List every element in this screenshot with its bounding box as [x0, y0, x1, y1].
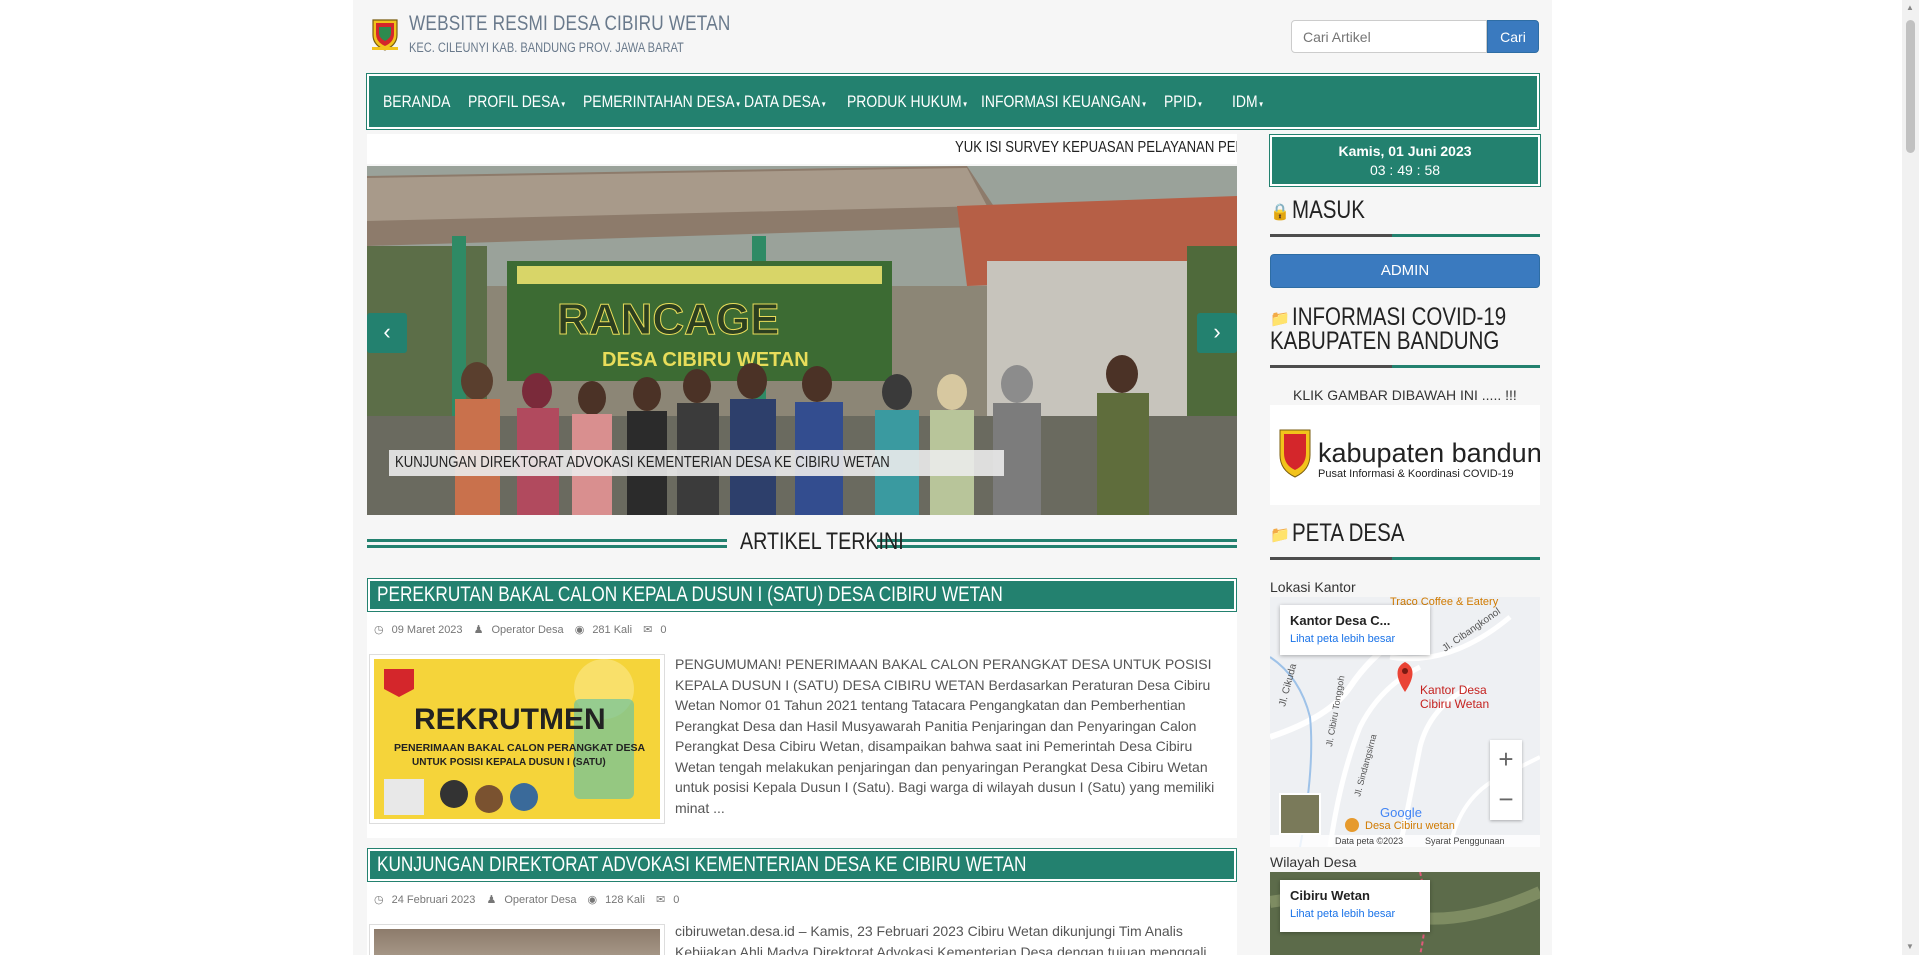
map-info-card: Cibiru Wetan Lihat peta lebih besar [1280, 880, 1430, 932]
page-container: WEBSITE RESMI DESA CIBIRU WETAN KEC. CIL… [353, 0, 1557, 955]
article-meta: ◷ 24 Februari 2023 ♟ Operator Desa ◉ 128 Ka… [374, 894, 680, 906]
clock-date: Kamis, 01 Juni 2023 [1338, 143, 1472, 159]
slide-caption[interactable]: KUNJUNGAN DIREKTORAT ADVOKASI KEMENTERIA… [389, 450, 1005, 476]
caret-down-icon: ▾ [963, 99, 967, 109]
article-title[interactable]: KUNJUNGAN DIREKTORAT ADVOKASI KEMENTERIA… [367, 848, 1237, 882]
view-larger-map-link[interactable]: Lihat peta lebih besar [1290, 633, 1430, 645]
clock-icon: ◷ [374, 624, 384, 636]
article-thumbnail[interactable]: REKRUTMEN PENERIMAAN BAKAL CALON PERANGK… [369, 654, 665, 824]
news-ticker[interactable]: YUK ISI SURVEY KEPUASAN PELAYANAN PEMERI… [367, 134, 1237, 164]
svg-text:Desa Cibiru wetan: Desa Cibiru wetan [1365, 820, 1455, 832]
google-logo: Google [1380, 805, 1422, 820]
pin-label: Kantor Desa [1420, 683, 1487, 697]
article-card: KUNJUNGAN DIREKTORAT ADVOKASI KEMENTERIA… [367, 848, 1237, 955]
comment-icon: ✉ [655, 894, 666, 906]
covid-widget-header: 📁 INFORMASI COVID-19 KABUPATEN BANDUNG [1270, 305, 1540, 371]
covid-banner-title: kabupaten bandung [1318, 438, 1540, 468]
nav-beranda[interactable]: BERANDA [383, 76, 465, 127]
slider-prev-button[interactable]: ‹ [367, 313, 407, 353]
map-info-card: Kantor Desa C... Lihat peta lebih besar [1280, 605, 1430, 655]
folder-icon: 📁 [1270, 527, 1290, 544]
area-label: Wilayah Desa [1270, 854, 1357, 870]
article-excerpt: PENGUMUMAN! PENERIMAAN BAKAL CALON PERAN… [675, 656, 1215, 816]
scroll-up-icon[interactable]: ▲ [1906, 3, 1914, 12]
search-input[interactable] [1291, 20, 1487, 53]
section-heading: ARTIKEL TERKINI [367, 527, 1237, 557]
svg-text:Cibiru Wetan: Cibiru Wetan [1420, 697, 1489, 711]
zoom-in-button[interactable]: + [1490, 740, 1522, 780]
covid-banner-subtitle: Pusat Informasi & Koordinasi COVID-19 [1318, 468, 1514, 480]
site-subtitle: KEC. CILEUNYI KAB. BANDUNG PROV. JAWA BA… [409, 40, 684, 55]
satellite-toggle [1279, 793, 1321, 835]
user-icon: ♟ [473, 624, 484, 636]
site-title[interactable]: WEBSITE RESMI DESA CIBIRU WETAN [409, 12, 801, 36]
admin-login-button[interactable]: ADMIN [1270, 254, 1540, 288]
page-scrollbar[interactable]: ▲ ▼ [1902, 0, 1919, 955]
lock-icon: 🔒 [1270, 204, 1290, 221]
nav-produk-hukum[interactable]: PRODUK HUKUM ▾ [847, 76, 993, 127]
scroll-down-icon[interactable]: ▼ [1906, 942, 1914, 951]
view-larger-map-link[interactable]: Lihat peta lebih besar [1290, 908, 1430, 920]
article-thumbnail[interactable] [369, 924, 665, 955]
article-meta: ◷ 09 Maret 2023 ♟ Operator Desa ◉ 281 Kali … [374, 624, 667, 636]
map-place-name: Cibiru Wetan [1290, 888, 1370, 903]
map-place-name: Kantor Desa C... [1290, 613, 1391, 628]
nav-idm[interactable]: IDM ▾ [1232, 76, 1270, 127]
article-card: PEREKRUTAN BAKAL CALON KEPALA DUSUN I (S… [367, 578, 1237, 838]
main-navbar: BERANDA PROFIL DESA ▾ PEMERINTAHAN DESA ▾ … [366, 73, 1540, 130]
office-map[interactable]: Traco Coffee & Eatery Jl. Cibangkonol Jl… [1270, 597, 1540, 847]
user-icon: ♟ [486, 894, 497, 906]
zoom-out-button[interactable]: − [1490, 780, 1522, 820]
caret-down-icon: ▾ [561, 99, 566, 109]
nav-data-desa[interactable]: DATA DESA ▾ [744, 76, 843, 127]
office-location-label: Lokasi Kantor [1270, 579, 1356, 595]
slide-sign-subtext: DESA CIBIRU WETAN [602, 349, 809, 371]
search-button[interactable]: Cari [1487, 20, 1539, 53]
svg-text:Syarat Penggunaan: Syarat Penggunaan [1425, 836, 1505, 846]
thumb-heading: REKRUTMEN [414, 703, 606, 736]
regency-logo[interactable] [370, 17, 400, 51]
thumb-line2: UNTUK POSISI KEPALA DUSUN I (SATU) [412, 757, 606, 768]
clock-icon: ◷ [374, 894, 384, 906]
clock-time: 03 : 49 : 58 [1369, 162, 1441, 178]
covid-instruction: KLIK GAMBAR DIBAWAH INI ..... !!! [1293, 387, 1517, 403]
comment-icon: ✉ [643, 624, 653, 636]
caret-down-icon: ▾ [736, 99, 740, 109]
chevron-right-icon: › [1213, 319, 1221, 344]
chevron-left-icon: ‹ [383, 319, 391, 344]
svg-text:Data peta ©2023: Data peta ©2023 [1335, 836, 1403, 846]
date-clock: Kamis, 01 Juni 2023 03 : 49 : 58 [1270, 135, 1540, 186]
covid-info-banner[interactable]: kabupaten bandung Pusat Informasi & Koor… [1270, 405, 1557, 505]
slider-next-button[interactable]: › [1197, 313, 1237, 353]
article-excerpt: cibiruwetan.desa.id – Kamis, 23 Februari… [675, 923, 1207, 955]
nav-informasi-keuangan[interactable]: INFORMASI KEUANGAN ▾ [981, 76, 1182, 127]
article-title[interactable]: PEREKRUTAN BAKAL CALON KEPALA DUSUN I (S… [367, 578, 1237, 612]
nav-ppid[interactable]: PPID ▾ [1164, 76, 1210, 127]
caret-down-icon: ▾ [1259, 99, 1263, 109]
caret-down-icon: ▾ [821, 99, 826, 109]
image-slider[interactable]: RANCAGE DESA CIBIRU WETAN ‹ › KUNJUNGAN … [367, 166, 1237, 515]
scrollbar-thumb[interactable] [1906, 20, 1915, 153]
eye-icon: ◉ [574, 624, 585, 636]
login-widget-header: 🔒 MASUK [1270, 198, 1540, 238]
slide-sign-text: RANCAGE [557, 295, 779, 344]
folder-icon: 📁 [1270, 311, 1290, 328]
caret-down-icon: ▾ [1142, 99, 1146, 109]
caret-down-icon: ▾ [1198, 99, 1202, 109]
map-widget-header: 📁 PETA DESA [1270, 521, 1540, 563]
section-title: ARTIKEL TERKINI [740, 528, 904, 555]
thumb-line1: PENERIMAAN BAKAL CALON PERANGKAT DESA [394, 742, 645, 754]
map-zoom-control: + − [1490, 740, 1522, 820]
eye-icon: ◉ [587, 894, 598, 906]
nav-profil-desa[interactable]: PROFIL DESA ▾ [468, 76, 586, 127]
area-map[interactable]: Cibiru Wetan Lihat peta lebih besar [1270, 872, 1540, 955]
